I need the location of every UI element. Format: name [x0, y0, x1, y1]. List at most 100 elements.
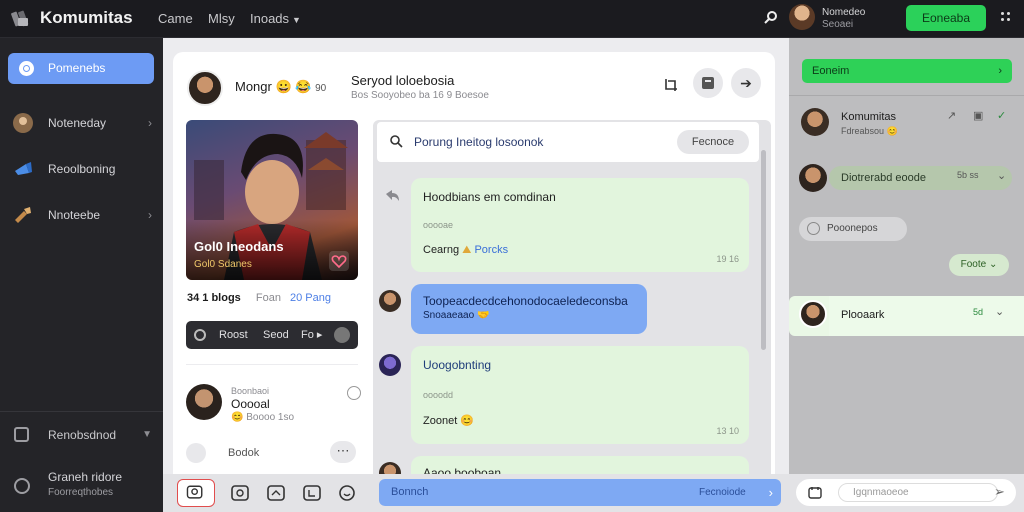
message-input[interactable]: Bonnch Fecnoiode › — [379, 479, 781, 506]
member-label: Boonbaoi — [231, 386, 270, 396]
right-cta[interactable]: Eoneim › — [802, 59, 1012, 83]
contact-pill-button[interactable]: Pooonepos — [799, 217, 907, 241]
more-icon: ⋯ — [336, 443, 350, 458]
chat-bubble-icon — [19, 61, 34, 76]
sender-avatar[interactable] — [379, 354, 401, 376]
share-icon[interactable] — [186, 443, 206, 463]
chevron-down-icon: ▼ — [292, 15, 301, 25]
divider — [789, 95, 1024, 96]
message-meta: ooooae — [423, 220, 454, 230]
message-bubble[interactable]: Uoogobnting oooodd Zoonet 😊 13 10 — [411, 346, 749, 444]
top-bar: Komumitas Came Mlsy Inoads ▼ Nomedeo Seoa… — [0, 0, 1024, 38]
message-meta: Snoaaeaao 🤝 — [423, 310, 490, 321]
gallery-icon[interactable] — [265, 483, 287, 503]
scrollbar[interactable] — [761, 150, 766, 350]
message-bubble[interactable]: Aaoo booboan — [411, 456, 749, 474]
heart-icon[interactable] — [329, 251, 349, 271]
brand-title[interactable]: Komumitas — [40, 8, 133, 28]
account-icon — [14, 478, 30, 494]
chevron-down-icon: ▼ — [142, 429, 152, 440]
record-icon — [334, 327, 350, 343]
message-time: 19 16 — [716, 254, 739, 264]
nav-link-inoads[interactable]: Inoads ▼ — [250, 11, 301, 26]
thread-subtitle: Bos Sooyobeo ba 16 9 Boesoe — [351, 90, 489, 101]
message-text: Uoogobnting — [423, 358, 492, 372]
search-icon[interactable] — [763, 10, 779, 26]
check-icon[interactable] — [347, 386, 361, 400]
contact-avatar — [799, 164, 827, 192]
member-foot: Bodok — [228, 447, 260, 459]
sidebar-item-label: Pomenebs — [48, 61, 106, 75]
nav-link-came[interactable]: Came — [158, 11, 193, 26]
message-meta-text: Snoaaeaao — [423, 310, 475, 321]
archive-button[interactable] — [693, 68, 723, 98]
camera-button[interactable] — [177, 479, 215, 507]
send-arrow-icon[interactable]: ➢ — [994, 484, 1005, 500]
logo-icon — [11, 10, 29, 27]
thread-name: Mongr 😀 😂 90 — [235, 79, 326, 95]
status-pill[interactable]: Foote ⌄ — [949, 254, 1009, 276]
sidebar-account[interactable]: Graneh ridore Foorreqthobes — [8, 470, 154, 504]
sender-avatar[interactable] — [379, 462, 401, 474]
pill-label: Pooonepos — [827, 223, 878, 234]
thread-title: Seryod loloebosia — [351, 73, 455, 88]
chevron-down-icon: ⌄ — [995, 306, 1005, 318]
hero-card[interactable]: Gol0 Ineodans Gol0 Sdanes — [186, 120, 358, 280]
sidebar-item-1[interactable]: Noteneday › — [8, 108, 154, 138]
right-search-bar[interactable]: Igqnmaoeoe ➢ — [796, 479, 1016, 506]
sidebar-item-label: Nnoteebe — [48, 208, 101, 222]
message-link[interactable]: Porcks — [474, 244, 508, 256]
copy-icon[interactable]: ▣ — [973, 109, 983, 122]
action-bar-label-1: Roost — [219, 329, 248, 341]
sender-avatar[interactable] — [379, 290, 401, 312]
stats-row: 34 1 blogs Foan 20 Pang — [187, 292, 359, 304]
thread-avatar[interactable] — [187, 70, 223, 106]
message-footer: Zoonet 😊 — [423, 415, 475, 427]
member-avatar[interactable] — [186, 384, 222, 420]
contact-sub: Fdreabsou 😊 — [841, 126, 898, 136]
message-bubble[interactable]: Hoodbians em comdinan ooooae Cearng ⛰ Po… — [411, 178, 749, 272]
contact-name: Diotrerabd eoode — [841, 172, 927, 184]
user-avatar[interactable] — [789, 4, 815, 30]
message-bubble[interactable]: Toopeacdecdcehonodocaeledeconsba Snoaaea… — [411, 284, 647, 334]
message-footer: Cearng ⛰ Porcks — [423, 244, 508, 257]
tools-icon — [15, 207, 31, 223]
sticker-icon[interactable] — [301, 483, 323, 503]
check-icon[interactable]: ✓ — [997, 109, 1006, 122]
send-icon[interactable]: › — [769, 479, 773, 506]
contact-badge: 5d — [973, 307, 984, 317]
right-search-field[interactable]: Igqnmaoeoe — [838, 483, 998, 502]
emoji-icon[interactable] — [336, 483, 358, 503]
nav-link-mlsy[interactable]: Mlsy — [208, 11, 235, 26]
action-bar[interactable]: Roost Seod Fo ▸ — [186, 321, 358, 349]
chat-search-text: Porung Ineitog losoonok — [414, 135, 544, 149]
cta-button[interactable]: Eoneaba — [906, 5, 986, 31]
bottom-toolbar: Bonnch Fecnoiode › Igqnmaoeoe ➢ — [163, 474, 1024, 512]
contact-name: Komumitas — [841, 111, 897, 123]
stats-link[interactable]: 20 Pang — [290, 292, 331, 304]
user-name: Nomedeo — [822, 7, 866, 18]
action-bar-label-3: Fo ▸ — [301, 329, 323, 341]
kebab-menu-icon[interactable] — [1000, 10, 1014, 26]
crop-icon[interactable] — [663, 77, 679, 93]
image-icon[interactable] — [229, 483, 251, 503]
reply-icon — [386, 190, 399, 201]
sidebar-item-2[interactable]: Reoolboning — [8, 154, 154, 184]
megaphone-icon — [15, 162, 32, 175]
message-footer-text: Zoonet — [423, 415, 458, 427]
contact-name: Plooaark — [841, 309, 885, 321]
more-button[interactable]: ⋯ — [330, 441, 356, 463]
main-area: Mongr 😀 😂 90 Seryod loloebosia Bos Sooyo… — [163, 38, 789, 474]
forward-button[interactable]: ➔ — [731, 68, 761, 98]
chat-search-button[interactable]: Fecnoce — [677, 130, 749, 154]
chat-search-bar[interactable]: Porung Ineitog losoonok Fecnoce — [377, 122, 759, 162]
sidebar-item-3[interactable]: Nnoteebe › — [8, 200, 154, 230]
message-footer-text: Cearng — [423, 244, 460, 256]
share-icon[interactable]: ↗ — [947, 109, 956, 122]
hero-meta: Gol0 Sdanes — [194, 259, 252, 270]
chat-pane: Porung Ineitog losoonok Fecnoce Hoodbian… — [373, 120, 771, 474]
sidebar-bottom-item[interactable]: Renobsdnod ▼ — [8, 420, 154, 450]
sidebar-item-active[interactable]: Pomenebs — [8, 53, 154, 84]
account-name: Graneh ridore — [48, 470, 123, 484]
thread-count: 90 — [315, 83, 327, 94]
